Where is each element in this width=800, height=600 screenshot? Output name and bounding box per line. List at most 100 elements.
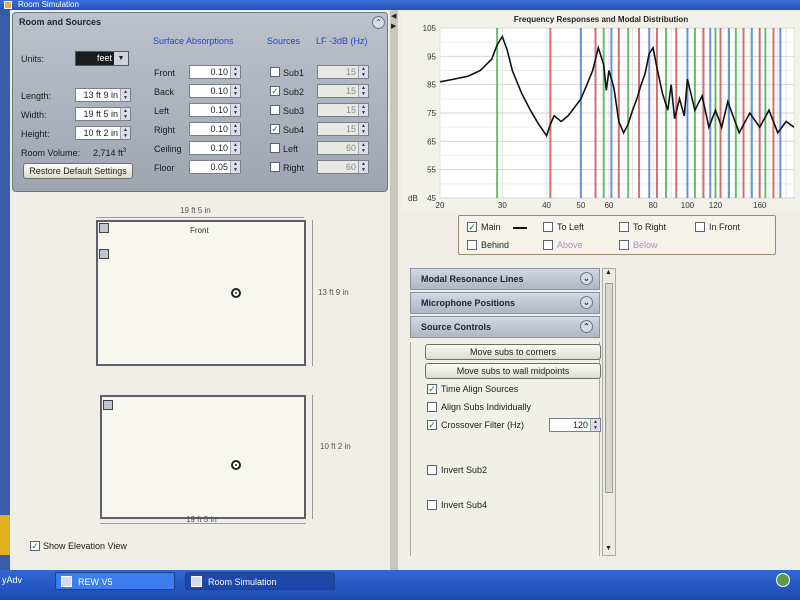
spinner-arrows-icon[interactable]: ▲ ▼ <box>120 89 130 101</box>
source-checkbox-sub2[interactable]: ✓ <box>270 86 280 96</box>
move-subs-corners-button[interactable]: Move subs to corners <box>425 344 601 360</box>
restore-defaults-button[interactable]: Restore Default Settings <box>23 163 133 179</box>
dimension-line <box>312 395 313 519</box>
absorption-spinner-right[interactable]: 0.10 ▲ ▼ <box>189 122 241 136</box>
invert-sub2-checkbox[interactable] <box>427 465 437 475</box>
absorption-label-back: Back <box>154 87 175 97</box>
taskbar-item-room-simulation[interactable]: Room Simulation <box>185 572 335 590</box>
spinner-arrows-icon[interactable]: ▲ ▼ <box>358 161 368 173</box>
spinner-arrows-icon[interactable]: ▲ ▼ <box>358 123 368 135</box>
absorption-spinner-floor[interactable]: 0.05 ▲ ▼ <box>189 160 241 174</box>
y-tick-label: 55 <box>427 166 436 175</box>
legend-checkbox-main[interactable]: ✓ <box>467 222 477 232</box>
source-checkbox-right[interactable] <box>270 162 280 172</box>
source-controls-header[interactable]: Source Controls ⌃ <box>410 316 600 338</box>
legend-checkbox-above[interactable] <box>543 240 553 250</box>
legend-label-main: Main <box>481 222 501 232</box>
time-align-checkbox[interactable]: ✓ <box>427 384 437 394</box>
spinner-arrows-icon[interactable]: ▲ ▼ <box>358 104 368 116</box>
source-label-sub2: Sub2 <box>283 87 305 97</box>
align-individually-checkbox[interactable] <box>427 402 437 412</box>
microphone-positions-header[interactable]: Microphone Positions ⌄ <box>410 292 600 314</box>
spinner-arrows-icon[interactable]: ▲ ▼ <box>230 104 240 116</box>
source-checkbox-sub4[interactable]: ✓ <box>270 124 280 134</box>
dimension-line <box>96 217 304 218</box>
plan-view-room[interactable]: Front <box>96 220 306 366</box>
show-elevation-checkbox[interactable]: ✓ <box>30 541 40 551</box>
splitter-right-arrow-icon[interactable]: ▶ <box>391 22 396 30</box>
expand-chevron-icon[interactable]: ⌄ <box>580 296 593 309</box>
legend-checkbox-to-left[interactable] <box>543 222 553 232</box>
height-value: 10 ft 2 in <box>83 128 118 138</box>
y-tick-label: 95 <box>427 52 436 61</box>
panel-splitter[interactable]: ◀ ▶ <box>390 10 398 570</box>
room-panel-title: Room and Sources <box>19 17 102 27</box>
taskbar-left-text: yAdv <box>2 575 23 585</box>
collapse-chevron-icon[interactable]: ⌃ <box>580 320 593 333</box>
spinner-arrows-icon[interactable]: ▲ ▼ <box>230 66 240 78</box>
system-tray-icon[interactable] <box>776 573 790 587</box>
legend-checkbox-below[interactable] <box>619 240 629 250</box>
spinner-arrows-icon[interactable]: ▲ ▼ <box>590 419 600 431</box>
spinner-arrows-icon[interactable]: ▲ ▼ <box>358 66 368 78</box>
spinner-arrows-icon[interactable]: ▲ ▼ <box>120 127 130 139</box>
source-checkbox-sub3[interactable] <box>270 105 280 115</box>
desktop-edge <box>0 10 10 570</box>
source-controls-scrollbar[interactable]: ▲ ▼ <box>602 268 616 556</box>
scroll-up-arrow-icon[interactable]: ▲ <box>605 269 612 276</box>
height-spinner[interactable]: 10 ft 2 in ▲ ▼ <box>75 126 131 140</box>
window-title-bar: Room Simulation <box>0 0 800 10</box>
units-select[interactable]: feet ▼ <box>75 51 129 66</box>
scroll-down-arrow-icon[interactable]: ▼ <box>605 545 612 552</box>
spinner-arrows-icon[interactable]: ▲ ▼ <box>230 85 240 97</box>
absorption-spinner-back[interactable]: 0.10 ▲ ▼ <box>189 84 241 98</box>
move-subs-midpoints-button[interactable]: Move subs to wall midpoints <box>425 363 601 379</box>
x-tick-label: 120 <box>709 201 723 210</box>
lf-spinner-sub2[interactable]: 15 ▲ ▼ <box>317 84 369 98</box>
width-spinner[interactable]: 19 ft 5 in ▲ ▼ <box>75 107 131 121</box>
lf-spinner-sub4[interactable]: 15 ▲ ▼ <box>317 122 369 136</box>
collapse-chevron-icon[interactable]: ⌃ <box>372 16 385 29</box>
lf-spinner-right[interactable]: 60 ▲ ▼ <box>317 160 369 174</box>
spinner-arrows-icon[interactable]: ▲ ▼ <box>230 161 240 173</box>
legend-main-line-swatch <box>513 227 527 229</box>
y-tick-label: 65 <box>427 137 436 146</box>
length-spinner[interactable]: 13 ft 9 in ▲ ▼ <box>75 88 131 102</box>
spinner-arrows-icon[interactable]: ▲ ▼ <box>230 123 240 135</box>
absorption-spinner-left[interactable]: 0.10 ▲ ▼ <box>189 103 241 117</box>
legend-checkbox-behind[interactable] <box>467 240 477 250</box>
crossover-filter-checkbox[interactable]: ✓ <box>427 420 437 430</box>
microphone-position-icon[interactable] <box>231 288 241 298</box>
expand-chevron-icon[interactable]: ⌄ <box>580 272 593 285</box>
lf-value: 15 <box>345 105 356 115</box>
lf-spinner-left[interactable]: 60 ▲ ▼ <box>317 141 369 155</box>
splitter-left-arrow-icon[interactable]: ◀ <box>391 12 396 20</box>
frequency-response-graph[interactable]: Frequency Responses and Modal Distributi… <box>402 12 800 212</box>
taskbar-item-rew[interactable]: REW V5 <box>55 572 175 590</box>
source-checkbox-sub1[interactable] <box>270 67 280 77</box>
modal-resonance-lines-header[interactable]: Modal Resonance Lines ⌄ <box>410 268 600 290</box>
spinner-arrows-icon[interactable]: ▲ ▼ <box>230 142 240 154</box>
absorption-spinner-ceiling[interactable]: 0.10 ▲ ▼ <box>189 141 241 155</box>
lf-spinner-sub1[interactable]: 15 ▲ ▼ <box>317 65 369 79</box>
scroll-thumb[interactable] <box>605 283 613 493</box>
spinner-arrows-icon[interactable]: ▲ ▼ <box>358 85 368 97</box>
crossover-frequency-spinner[interactable]: 120 ▲ ▼ <box>549 418 601 432</box>
invert-sub4-checkbox[interactable] <box>427 500 437 510</box>
sub4-speaker-icon[interactable] <box>99 249 109 259</box>
legend-checkbox-in-front[interactable] <box>695 222 705 232</box>
microphone-elevation-icon[interactable] <box>231 460 241 470</box>
elevation-view-room[interactable] <box>100 395 306 519</box>
source-checkbox-left[interactable] <box>270 143 280 153</box>
source-controls-title: Source Controls <box>421 322 492 332</box>
x-tick-label: 40 <box>542 201 551 210</box>
lf-value: 15 <box>345 124 356 134</box>
sub2-speaker-icon[interactable] <box>99 223 109 233</box>
invert-sub4-label: Invert Sub4 <box>441 500 488 510</box>
absorption-spinner-front[interactable]: 0.10 ▲ ▼ <box>189 65 241 79</box>
spinner-arrows-icon[interactable]: ▲ ▼ <box>358 142 368 154</box>
legend-checkbox-to-right[interactable] <box>619 222 629 232</box>
sub-speaker-elevation-icon[interactable] <box>103 400 113 410</box>
spinner-arrows-icon[interactable]: ▲ ▼ <box>120 108 130 120</box>
lf-spinner-sub3[interactable]: 15 ▲ ▼ <box>317 103 369 117</box>
